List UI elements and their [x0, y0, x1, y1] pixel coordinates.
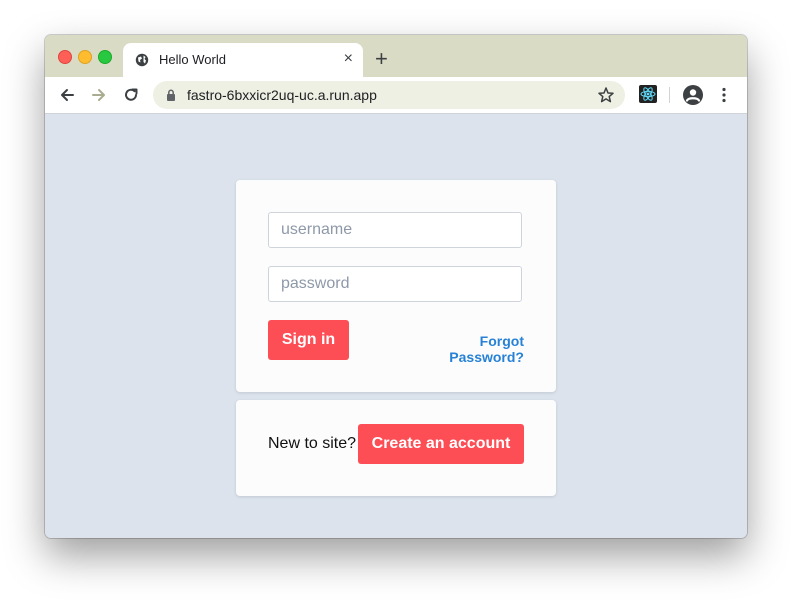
profile-avatar-icon[interactable]: [682, 84, 704, 106]
sign-in-button[interactable]: Sign in: [268, 320, 349, 360]
globe-icon: [135, 53, 149, 67]
page-content: Sign in Forgot Password? New to site? Cr…: [45, 114, 747, 538]
url-text[interactable]: fastro-6bxxicr2uq-uc.a.run.app: [187, 87, 377, 103]
browser-toolbar: fastro-6bxxicr2uq-uc.a.run.app: [45, 77, 747, 114]
tab-hello-world[interactable]: Hello World ×: [123, 43, 363, 77]
new-to-site-text: New to site?: [268, 435, 357, 452]
password-input[interactable]: [268, 266, 522, 302]
username-input[interactable]: [268, 212, 522, 248]
minimize-window-button[interactable]: [78, 50, 92, 64]
back-arrow-icon[interactable]: [58, 86, 76, 104]
login-card: Sign in Forgot Password?: [236, 180, 556, 392]
reload-icon[interactable]: [122, 86, 140, 104]
bookmark-star-icon[interactable]: [597, 86, 615, 104]
close-window-button[interactable]: [58, 50, 72, 64]
maximize-window-button[interactable]: [98, 50, 112, 64]
create-account-button[interactable]: Create an account: [358, 424, 524, 464]
forgot-password-link[interactable]: Forgot Password?: [406, 333, 524, 365]
react-devtools-extension-icon[interactable]: [639, 85, 657, 103]
signup-card: New to site? Create an account: [236, 400, 556, 496]
address-bar[interactable]: fastro-6bxxicr2uq-uc.a.run.app: [153, 81, 625, 109]
new-tab-button[interactable]: +: [375, 48, 388, 70]
tab-strip: Hello World × +: [45, 35, 747, 77]
toolbar-divider: [669, 87, 670, 103]
browser-window: Hello World × + fastro-6bxxicr2uq-uc.a.r…: [45, 35, 747, 538]
close-tab-icon[interactable]: ×: [344, 51, 353, 67]
kebab-menu-icon[interactable]: [721, 87, 727, 103]
tab-title: Hello World: [159, 52, 226, 67]
forward-arrow-icon[interactable]: [90, 86, 108, 104]
lock-icon: [167, 89, 175, 101]
